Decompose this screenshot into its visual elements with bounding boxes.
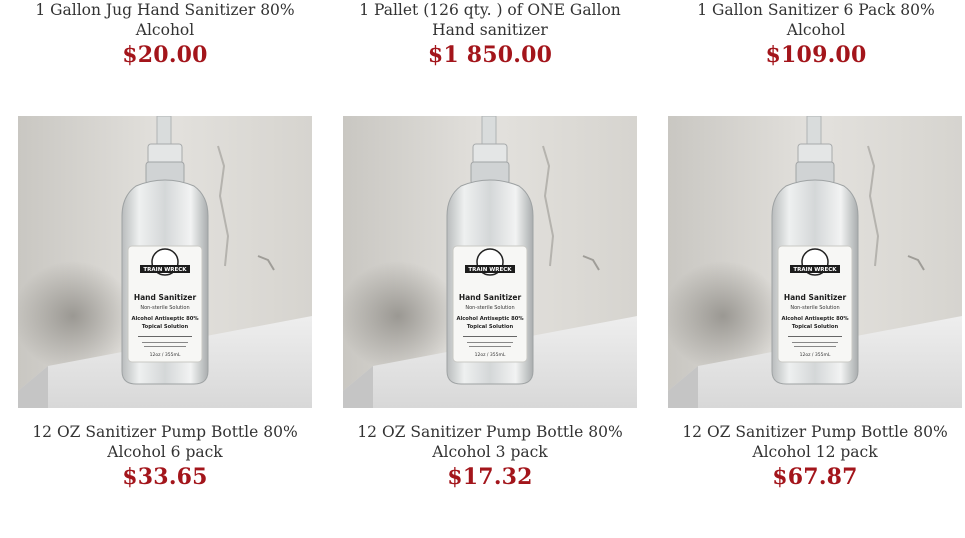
product-title[interactable]: 1 Gallon Jug Hand Sanitizer 80% Alcohol — [10, 0, 320, 40]
product-image[interactable]: TRAIN WRECK Hand Sanitizer Non-sterile S… — [18, 116, 312, 408]
product-title[interactable]: 12 OZ Sanitizer Pump Bottle 80% Alcohol … — [668, 422, 962, 462]
product-card[interactable]: 1 Gallon Jug Hand Sanitizer 80% Alcohol … — [10, 0, 320, 67]
svg-text:Non-sterile Solution: Non-sterile Solution — [140, 305, 189, 311]
product-title[interactable]: 1 Pallet (126 qty. ) of ONE Gallon Hand … — [340, 0, 640, 40]
svg-text:Hand Sanitizer: Hand Sanitizer — [134, 293, 197, 302]
product-price: $17.32 — [447, 464, 533, 490]
svg-text:Alcohol Antiseptic 80%: Alcohol Antiseptic 80% — [781, 316, 849, 322]
product-card[interactable]: 12 OZ Sanitizer Pump Bottle 80% Alcohol … — [18, 422, 312, 489]
product-title[interactable]: 1 Gallon Sanitizer 6 Pack 80% Alcohol — [666, 0, 965, 40]
product-card[interactable]: 12 OZ Sanitizer Pump Bottle 80% Alcohol … — [668, 422, 962, 489]
product-card[interactable]: 1 Pallet (126 qty. ) of ONE Gallon Hand … — [340, 0, 640, 67]
svg-text:Topical Solution: Topical Solution — [792, 324, 839, 330]
svg-text:Topical Solution: Topical Solution — [467, 324, 514, 330]
svg-text:Alcohol Antiseptic 80%: Alcohol Antiseptic 80% — [131, 316, 199, 322]
product-title[interactable]: 12 OZ Sanitizer Pump Bottle 80% Alcohol … — [18, 422, 312, 462]
product-card[interactable]: 12 OZ Sanitizer Pump Bottle 80% Alcohol … — [343, 422, 637, 489]
product-price: $20.00 — [122, 42, 208, 68]
product-price: $67.87 — [772, 464, 858, 490]
product-title[interactable]: 12 OZ Sanitizer Pump Bottle 80% Alcohol … — [343, 422, 637, 462]
product-price: $33.65 — [122, 464, 208, 490]
product-price: $109.00 — [765, 42, 867, 68]
product-card[interactable]: 1 Gallon Sanitizer 6 Pack 80% Alcohol $1… — [666, 0, 965, 67]
svg-text:12oz / 355mL: 12oz / 355mL — [475, 352, 506, 358]
svg-text:Non-sterile Solution: Non-sterile Solution — [465, 305, 514, 311]
product-price: $1 850.00 — [427, 42, 553, 68]
svg-text:Hand Sanitizer: Hand Sanitizer — [784, 293, 847, 302]
svg-text:TRAIN WRECK: TRAIN WRECK — [468, 267, 512, 273]
svg-text:Non-sterile Solution: Non-sterile Solution — [790, 305, 839, 311]
svg-text:TRAIN WRECK: TRAIN WRECK — [793, 267, 837, 273]
product-image[interactable]: TRAIN WRECK Hand Sanitizer Non-sterile S… — [343, 116, 637, 408]
svg-text:12oz / 355mL: 12oz / 355mL — [150, 352, 181, 358]
svg-text:Hand Sanitizer: Hand Sanitizer — [459, 293, 522, 302]
svg-text:12oz / 355mL: 12oz / 355mL — [800, 352, 831, 358]
svg-text:TRAIN WRECK: TRAIN WRECK — [143, 267, 187, 273]
product-image[interactable]: TRAIN WRECK Hand Sanitizer Non-sterile S… — [668, 116, 962, 408]
svg-text:Alcohol Antiseptic 80%: Alcohol Antiseptic 80% — [456, 316, 524, 322]
svg-text:Topical Solution: Topical Solution — [142, 324, 189, 330]
